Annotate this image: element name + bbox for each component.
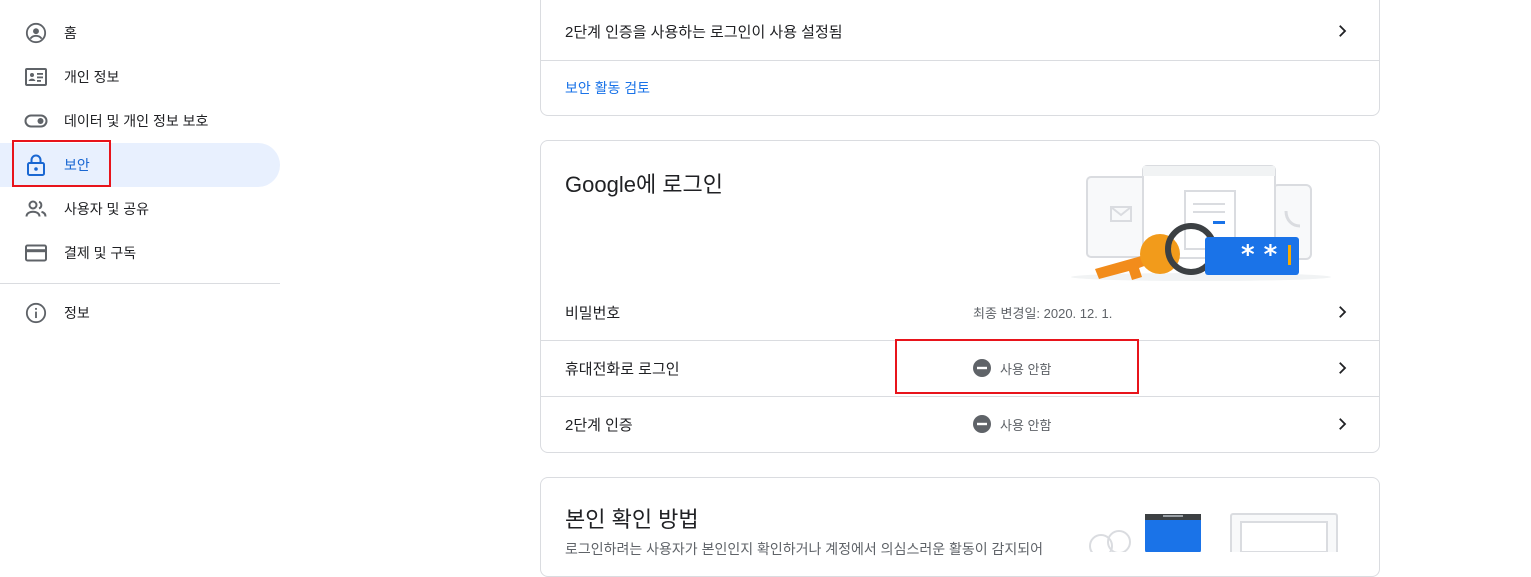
chevron-right-icon [1339, 25, 1347, 37]
sidebar-item-label: 사용자 및 공유 [64, 201, 150, 217]
credit-card-icon [24, 241, 48, 265]
row-label: 휴대전화로 로그인 [565, 360, 680, 378]
phone-signin-row[interactable]: 휴대전화로 로그인 사용 안함 [541, 340, 1379, 396]
sidebar-item-label: 개인 정보 [64, 69, 120, 85]
verification-methods-card: 본인 확인 방법 로그인하려는 사용자가 본인인지 확인하거나 계정에서 의심스… [540, 477, 1380, 577]
card-title: Google에 로그인 [565, 172, 724, 197]
sidebar-item-about[interactable]: 정보 [0, 291, 280, 335]
chevron-right-icon [1339, 362, 1347, 374]
row-label: 2단계 인증 [565, 416, 633, 434]
id-card-icon [24, 65, 48, 89]
sidebar-item-security[interactable]: 보안 [0, 143, 280, 187]
two-step-verification-row[interactable]: 2단계 인증 사용 안함 [541, 396, 1379, 452]
verification-illustration [1089, 513, 1338, 552]
sidebar-item-home[interactable]: 홈 [0, 11, 280, 55]
sidebar-item-label: 홈 [64, 25, 77, 41]
chevron-right-icon [1339, 418, 1347, 430]
minus-circle-icon [973, 359, 991, 377]
card-title: 본인 확인 방법 [565, 507, 699, 532]
sidebar-item-label: 데이터 및 개인 정보 보호 [64, 113, 209, 129]
row-value: 사용 안함 [973, 359, 1051, 378]
password-last-changed: 최종 변경일: 2020. 12. 1. [973, 305, 1113, 321]
sidebar: 홈 개인 정보 데이터 및 개인 정보 보호 보안 사용자 및 공유 결제 및 … [0, 0, 280, 546]
minus-circle-icon [973, 415, 991, 433]
two-step-signin-row[interactable]: 2단계 인증을 사용하는 로그인이 사용 설정됨 [541, 3, 1379, 59]
review-security-activity-link[interactable]: 보안 활동 검토 [565, 78, 650, 98]
recent-security-card: 2단계 인증을 사용하는 로그인이 사용 설정됨 보안 활동 검토 [540, 0, 1380, 116]
sidebar-item-label: 보안 [64, 157, 90, 173]
status-text: 사용 안함 [1000, 417, 1052, 433]
people-icon [24, 197, 48, 221]
lock-icon [24, 153, 48, 177]
row-label: 비밀번호 [565, 304, 621, 322]
sidebar-item-people-sharing[interactable]: 사용자 및 공유 [0, 187, 280, 231]
account-circle-icon [24, 21, 48, 45]
sidebar-divider [0, 283, 280, 284]
row-value: 사용 안함 [973, 415, 1051, 434]
sidebar-item-payments[interactable]: 결제 및 구독 [0, 231, 280, 275]
sidebar-item-personal-info[interactable]: 개인 정보 [0, 55, 280, 99]
sidebar-item-data-privacy[interactable]: 데이터 및 개인 정보 보호 [0, 99, 280, 143]
status-text: 사용 안함 [1000, 361, 1052, 377]
info-icon [24, 301, 48, 325]
password-row[interactable]: 비밀번호 최종 변경일: 2020. 12. 1. [541, 284, 1379, 340]
row-divider [541, 60, 1379, 61]
svg-text:* *: * * [1241, 240, 1278, 270]
card-description: 로그인하려는 사용자가 본인인지 확인하거나 계정에서 의심스러운 활동이 감지… [565, 541, 1044, 557]
toggle-icon [24, 109, 48, 133]
row-value: 최종 변경일: 2020. 12. 1. [973, 303, 1112, 322]
google-signin-card: Google에 로그인 * * 비밀번호 최종 변경일: 2020. 12. 1… [540, 140, 1380, 453]
row-label: 2단계 인증을 사용하는 로그인이 사용 설정됨 [565, 23, 843, 41]
sidebar-item-label: 정보 [64, 305, 90, 321]
signin-illustration: * * [1071, 165, 1331, 281]
chevron-right-icon [1339, 306, 1347, 318]
sidebar-item-label: 결제 및 구독 [64, 245, 137, 261]
